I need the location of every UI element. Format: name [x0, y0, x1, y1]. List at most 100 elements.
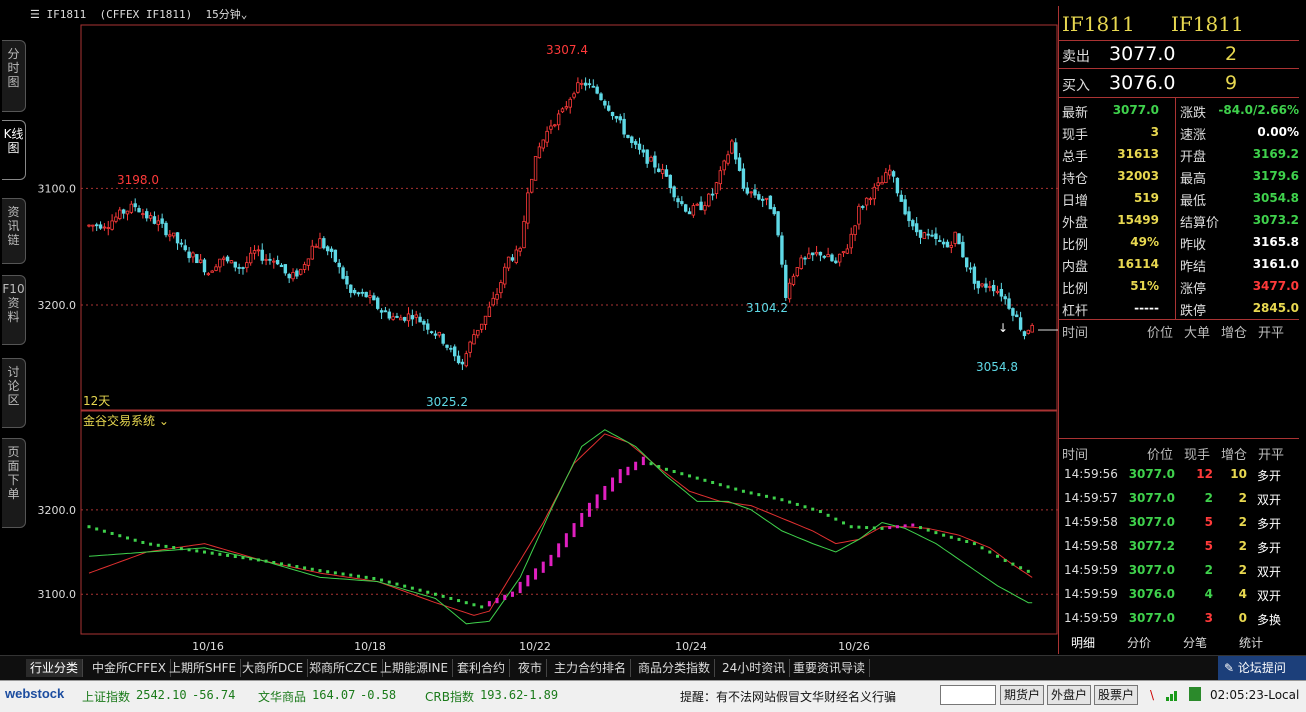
indicator-y-tick-label: 3200.0: [38, 504, 77, 517]
annotation-high: 3307.4: [546, 43, 588, 57]
candle-body: [637, 143, 642, 150]
tab-order[interactable]: 页面下单: [2, 438, 26, 528]
tab-czce[interactable]: 郑商所CZCE: [305, 659, 383, 677]
candle-body: [364, 291, 368, 298]
chevron-down-icon[interactable]: ⌄: [241, 8, 248, 21]
tab-dce[interactable]: 大商所DCE: [238, 659, 309, 677]
quote-label: 涨跌: [1180, 106, 1207, 121]
notice-text[interactable]: 提醒：有不法网站假冒文华财经名义行骗: [680, 688, 896, 705]
tab-timeshare[interactable]: 分时图: [2, 40, 26, 112]
candle-body: [845, 248, 850, 254]
tab-f10[interactable]: F10资料: [2, 275, 26, 345]
signal-mark: [133, 538, 137, 542]
candle-body: [999, 289, 1004, 297]
signal-mark: [518, 581, 522, 594]
quote-value: 3: [1150, 125, 1159, 139]
tab-24h-news[interactable]: 24小时资讯: [718, 659, 791, 677]
candle-body: [710, 193, 715, 196]
tab-ine[interactable]: 上期能源INE: [376, 659, 454, 677]
menu-icon[interactable]: ☰: [30, 8, 40, 21]
candle-body: [568, 98, 572, 108]
trade-row[interactable]: 14:59:58 3077.0 5 2 多开: [1059, 513, 1299, 535]
candle-body: [1011, 308, 1015, 316]
trade-time: 14:59:59: [1064, 587, 1118, 601]
trade-row[interactable]: 14:59:59 3077.0 2 2 双开: [1059, 561, 1299, 583]
signal-mark: [657, 465, 661, 469]
candle-body: [572, 93, 576, 98]
main-y-tick-label: 3100.0: [38, 182, 77, 195]
candle-body: [1003, 296, 1007, 300]
subtab-detail[interactable]: 明细: [1071, 634, 1095, 651]
candle-body: [726, 154, 730, 164]
quote-label: 最新: [1062, 106, 1089, 121]
tab-key-news[interactable]: 重要资讯导读: [789, 659, 871, 677]
signal-mark: [695, 476, 699, 480]
candle-body: [818, 251, 823, 256]
trade-row[interactable]: 14:59:58 3077.2 5 2 多开: [1059, 537, 1299, 559]
trade-kp: 多开: [1257, 469, 1282, 483]
tab-news-chain[interactable]: 资讯链: [2, 198, 26, 264]
candle-body: [683, 204, 688, 212]
tab-arbitrage[interactable]: 套利合约: [453, 659, 511, 677]
signal-mark: [464, 601, 468, 605]
candle-body: [776, 211, 780, 236]
trade-row[interactable]: 14:59:59 3077.0 3 0 多换: [1059, 609, 1299, 631]
candle-body: [622, 118, 626, 135]
tab-kline[interactable]: K线图: [2, 120, 26, 180]
candle-body: [560, 108, 565, 113]
candle-body: [1018, 317, 1023, 330]
candle-body: [491, 297, 495, 306]
trade-row[interactable]: 14:59:59 3076.0 4 4 双开: [1059, 585, 1299, 607]
signal-mark: [996, 554, 1000, 558]
tab-industry[interactable]: 行业分类: [26, 659, 84, 677]
foreign-account-button[interactable]: 外盘户: [1047, 685, 1092, 705]
index1-name[interactable]: 上证指数: [82, 688, 130, 705]
candle-body: [1030, 324, 1034, 333]
subtab-stats[interactable]: 统计: [1239, 634, 1263, 651]
signal-mark: [903, 524, 907, 528]
candle-body: [541, 139, 545, 149]
quote-value: 2845.0: [1252, 301, 1299, 315]
index3-name[interactable]: CRB指数: [425, 688, 474, 705]
candle-body: [1007, 298, 1011, 309]
stock-account-button[interactable]: 股票户: [1094, 685, 1139, 705]
tab-night[interactable]: 夜市: [514, 659, 548, 677]
signal-mark: [988, 550, 992, 554]
trade-row[interactable]: 14:59:56 3077.0 12 10 多开: [1059, 465, 1299, 487]
candle-body: [633, 141, 638, 145]
index2-name[interactable]: 文华商品: [258, 688, 306, 705]
candle-body: [610, 111, 615, 117]
futures-account-button[interactable]: 期货户: [1000, 685, 1045, 705]
forum-button[interactable]: ✎ 论坛提问: [1218, 656, 1306, 680]
tab-discussion[interactable]: 讨论区: [2, 358, 26, 428]
candle-body: [314, 245, 318, 248]
tab-main-rank[interactable]: 主力合约排名: [550, 659, 632, 677]
candle-body: [372, 295, 376, 301]
tab-commodity-index[interactable]: 商品分类指数: [634, 659, 716, 677]
subtab-tick[interactable]: 分笔: [1183, 634, 1207, 651]
signal-mark: [564, 533, 568, 548]
candle-body: [1015, 314, 1019, 318]
candle-body: [668, 174, 672, 189]
candle-body: [899, 194, 903, 202]
candle-body: [356, 292, 361, 295]
trade-price: 3077.0: [1128, 563, 1175, 577]
tab-cffex[interactable]: 中金所CFFEX: [88, 659, 171, 677]
candle-body: [387, 311, 391, 319]
trade-qty: 5: [1204, 515, 1213, 529]
signal-mark: [141, 540, 145, 544]
code-input[interactable]: [940, 685, 996, 705]
signal-mark: [341, 572, 345, 576]
candle-body: [772, 207, 776, 215]
candle-body: [660, 169, 665, 174]
tab-shfe[interactable]: 上期所SHFE: [165, 659, 242, 677]
period-selector[interactable]: 15分钟: [205, 8, 240, 21]
kline-chart[interactable]: 3200.0 3100.0 3200.0 3100.0 3307.4 3198.0 3025…: [28, 0, 1058, 655]
candle-body: [275, 259, 280, 265]
candle-body: [814, 251, 819, 255]
signal-mark: [110, 531, 114, 535]
subtab-price[interactable]: 分价: [1127, 634, 1151, 651]
trade-row[interactable]: 14:59:57 3077.0 2 2 双开: [1059, 489, 1299, 511]
signal-mark: [226, 553, 230, 557]
candle-body: [545, 130, 549, 143]
